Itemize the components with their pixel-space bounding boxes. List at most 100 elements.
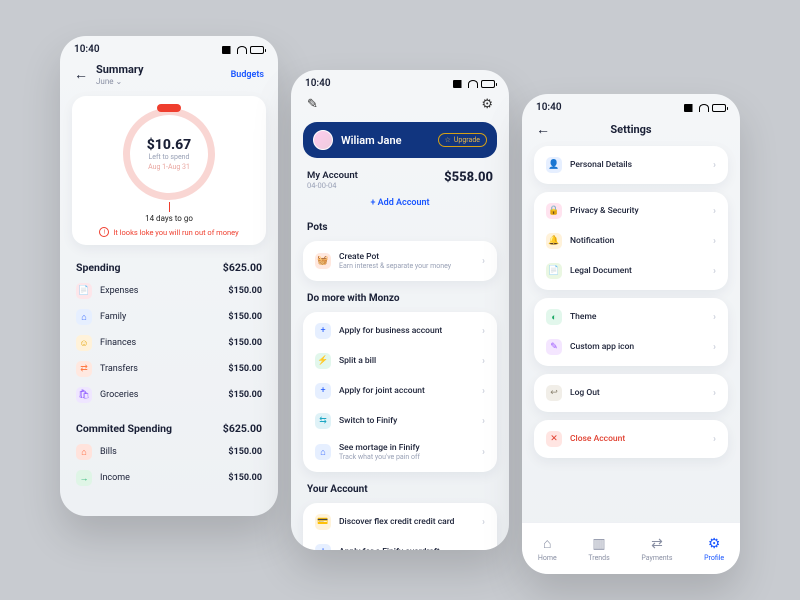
list-item[interactable]: 💳Discover flex credit credit card› <box>303 507 497 537</box>
category-icon: ⌂ <box>76 444 92 460</box>
time: 10:40 <box>305 78 331 89</box>
youraccount-title: Your Account <box>291 480 509 499</box>
list-item[interactable]: ⇆Switch to Finify› <box>303 406 497 436</box>
spending-row[interactable]: 📄Expenses$150.00 <box>60 278 278 304</box>
spending-total: $625.00 <box>223 261 262 274</box>
avatar[interactable] <box>313 130 333 150</box>
time: 10:40 <box>74 44 100 55</box>
budgets-link[interactable]: Budgets <box>231 70 264 80</box>
signal-icon <box>222 46 234 54</box>
star-icon: ☆ <box>445 136 451 144</box>
chevron-right-icon: › <box>713 206 716 217</box>
chevron-right-icon: › <box>713 160 716 171</box>
list-item-title: Apply for a Finify overdraft <box>339 547 474 550</box>
list-item[interactable]: ⌂See mortage in FinifyTrack what you've … <box>303 436 497 468</box>
account-row[interactable]: My Account 04-00-04 $558.00 <box>291 164 509 192</box>
category-icon: 📄 <box>76 283 92 299</box>
wifi-icon <box>468 80 478 88</box>
date-range: Aug 1-Aug 31 <box>148 163 190 171</box>
list-item-title: Legal Document <box>570 266 705 276</box>
status-icons <box>222 46 264 54</box>
list-item[interactable]: 🔒Privacy & Security› <box>534 196 728 226</box>
list-item[interactable]: ⚡Split a bill› <box>303 346 497 376</box>
profile-name: Wiliam Jane <box>341 134 430 147</box>
list-item-icon: ✕ <box>546 431 562 447</box>
account-balance: $558.00 <box>444 170 493 185</box>
list-item-title: Notification <box>570 236 705 246</box>
chevron-right-icon: › <box>713 342 716 353</box>
list-item-icon: ⇆ <box>315 413 331 429</box>
tab-home[interactable]: ⌂Home <box>538 535 557 562</box>
edit-icon[interactable]: ✎ <box>307 97 318 112</box>
spending-row[interactable]: ⌂Family$150.00 <box>60 304 278 330</box>
upgrade-button[interactable]: ☆ Upgrade <box>438 133 487 147</box>
spending-row[interactable]: →Income$150.00 <box>60 465 278 491</box>
screen-account: 10:40 ✎ ⚙ Wiliam Jane ☆ Upgrade My Accou… <box>291 70 509 550</box>
list-item-icon: 💳 <box>315 514 331 530</box>
status-bar: 10:40 <box>522 94 740 117</box>
category-icon: 🛍 <box>76 387 92 403</box>
category-amount: $150.00 <box>228 312 262 322</box>
spending-row[interactable]: 🛍Groceries$150.00 <box>60 382 278 408</box>
list-item-icon: 📄 <box>546 263 562 279</box>
pots-title: Pots <box>291 218 509 237</box>
list-item[interactable]: 👤Personal Details› <box>534 150 728 180</box>
category-icon: ☺ <box>76 335 92 351</box>
list-item[interactable]: +Apply for business account› <box>303 316 497 346</box>
profile-banner: Wiliam Jane ☆ Upgrade <box>303 122 497 158</box>
list-item[interactable]: 🧺Create PotEarn interest & separate your… <box>303 245 497 277</box>
chevron-right-icon: › <box>713 266 716 277</box>
list-item-title: Theme <box>570 312 705 322</box>
list-item-icon: ✎ <box>546 339 562 355</box>
category-amount: $150.00 <box>228 447 262 457</box>
list-item-icon: 🔔 <box>546 233 562 249</box>
spending-row[interactable]: ⇄Transfers$150.00 <box>60 356 278 382</box>
list-item[interactable]: 📄 Legal Document › <box>534 256 728 286</box>
screen-settings: 10:40 ← Settings 👤Personal Details› 🔒Pri… <box>522 94 740 574</box>
list-item-icon: + <box>315 323 331 339</box>
spending-row[interactable]: ⌂ Bills $150.00 <box>60 439 278 465</box>
list-item-title: Switch to Finify <box>339 416 474 426</box>
category-label: Finances <box>100 338 136 348</box>
list-item-icon: ◐ <box>546 309 562 325</box>
chevron-right-icon: › <box>482 447 485 458</box>
chevron-right-icon: › <box>482 517 485 528</box>
category-amount: $150.00 <box>228 364 262 374</box>
list-item-icon: + <box>315 544 331 550</box>
list-item-title: Personal Details <box>570 160 705 170</box>
back-icon[interactable]: ← <box>536 121 550 138</box>
list-item[interactable]: ✕Close Account› <box>534 424 728 454</box>
list-item[interactable]: 🔔Notification› <box>534 226 728 256</box>
list-item[interactable]: +Apply for a Finify overdraft› <box>303 537 497 550</box>
tab-icon: ⌂ <box>543 535 551 552</box>
list-item-title: Custom app icon <box>570 342 705 352</box>
tab-label: Payments <box>641 554 672 562</box>
warning-icon: ! <box>99 227 109 237</box>
status-icons <box>684 104 726 112</box>
warning-row: ! It looks loke you will run out of mone… <box>82 227 256 237</box>
list-item[interactable]: ◐Theme› <box>534 302 728 332</box>
list-item[interactable]: ✎ Custom app icon › <box>534 332 728 362</box>
list-item[interactable]: ↩Log Out› <box>534 378 728 408</box>
category-icon: ⌂ <box>76 309 92 325</box>
chevron-right-icon: › <box>713 434 716 445</box>
summary-card: $10.67 Left to spend Aug 1-Aug 31 14 day… <box>72 96 266 245</box>
spending-row[interactable]: ☺Finances$150.00 <box>60 330 278 356</box>
add-account-button[interactable]: + Add Account <box>291 192 509 218</box>
tab-profile[interactable]: ⚙Profile <box>704 536 724 562</box>
tab-payments[interactable]: ⇄Payments <box>641 536 672 562</box>
gear-icon[interactable]: ⚙ <box>481 97 493 112</box>
tab-trends[interactable]: ▥Trends <box>588 536 609 562</box>
chevron-right-icon: › <box>482 356 485 367</box>
category-label: Bills <box>100 447 117 457</box>
battery-icon <box>250 46 264 54</box>
page-title: Settings <box>550 123 712 136</box>
chevron-right-icon: › <box>482 326 485 337</box>
back-icon[interactable]: ← <box>74 66 88 83</box>
list-item[interactable]: +Apply for joint account› <box>303 376 497 406</box>
list-item-title: See mortage in Finify <box>339 443 474 453</box>
account-label: My Account <box>307 170 358 181</box>
tab-icon: ▥ <box>592 536 605 552</box>
month-selector[interactable]: June ⌄ <box>96 77 144 86</box>
domore-title: Do more with Monzo <box>291 289 509 308</box>
